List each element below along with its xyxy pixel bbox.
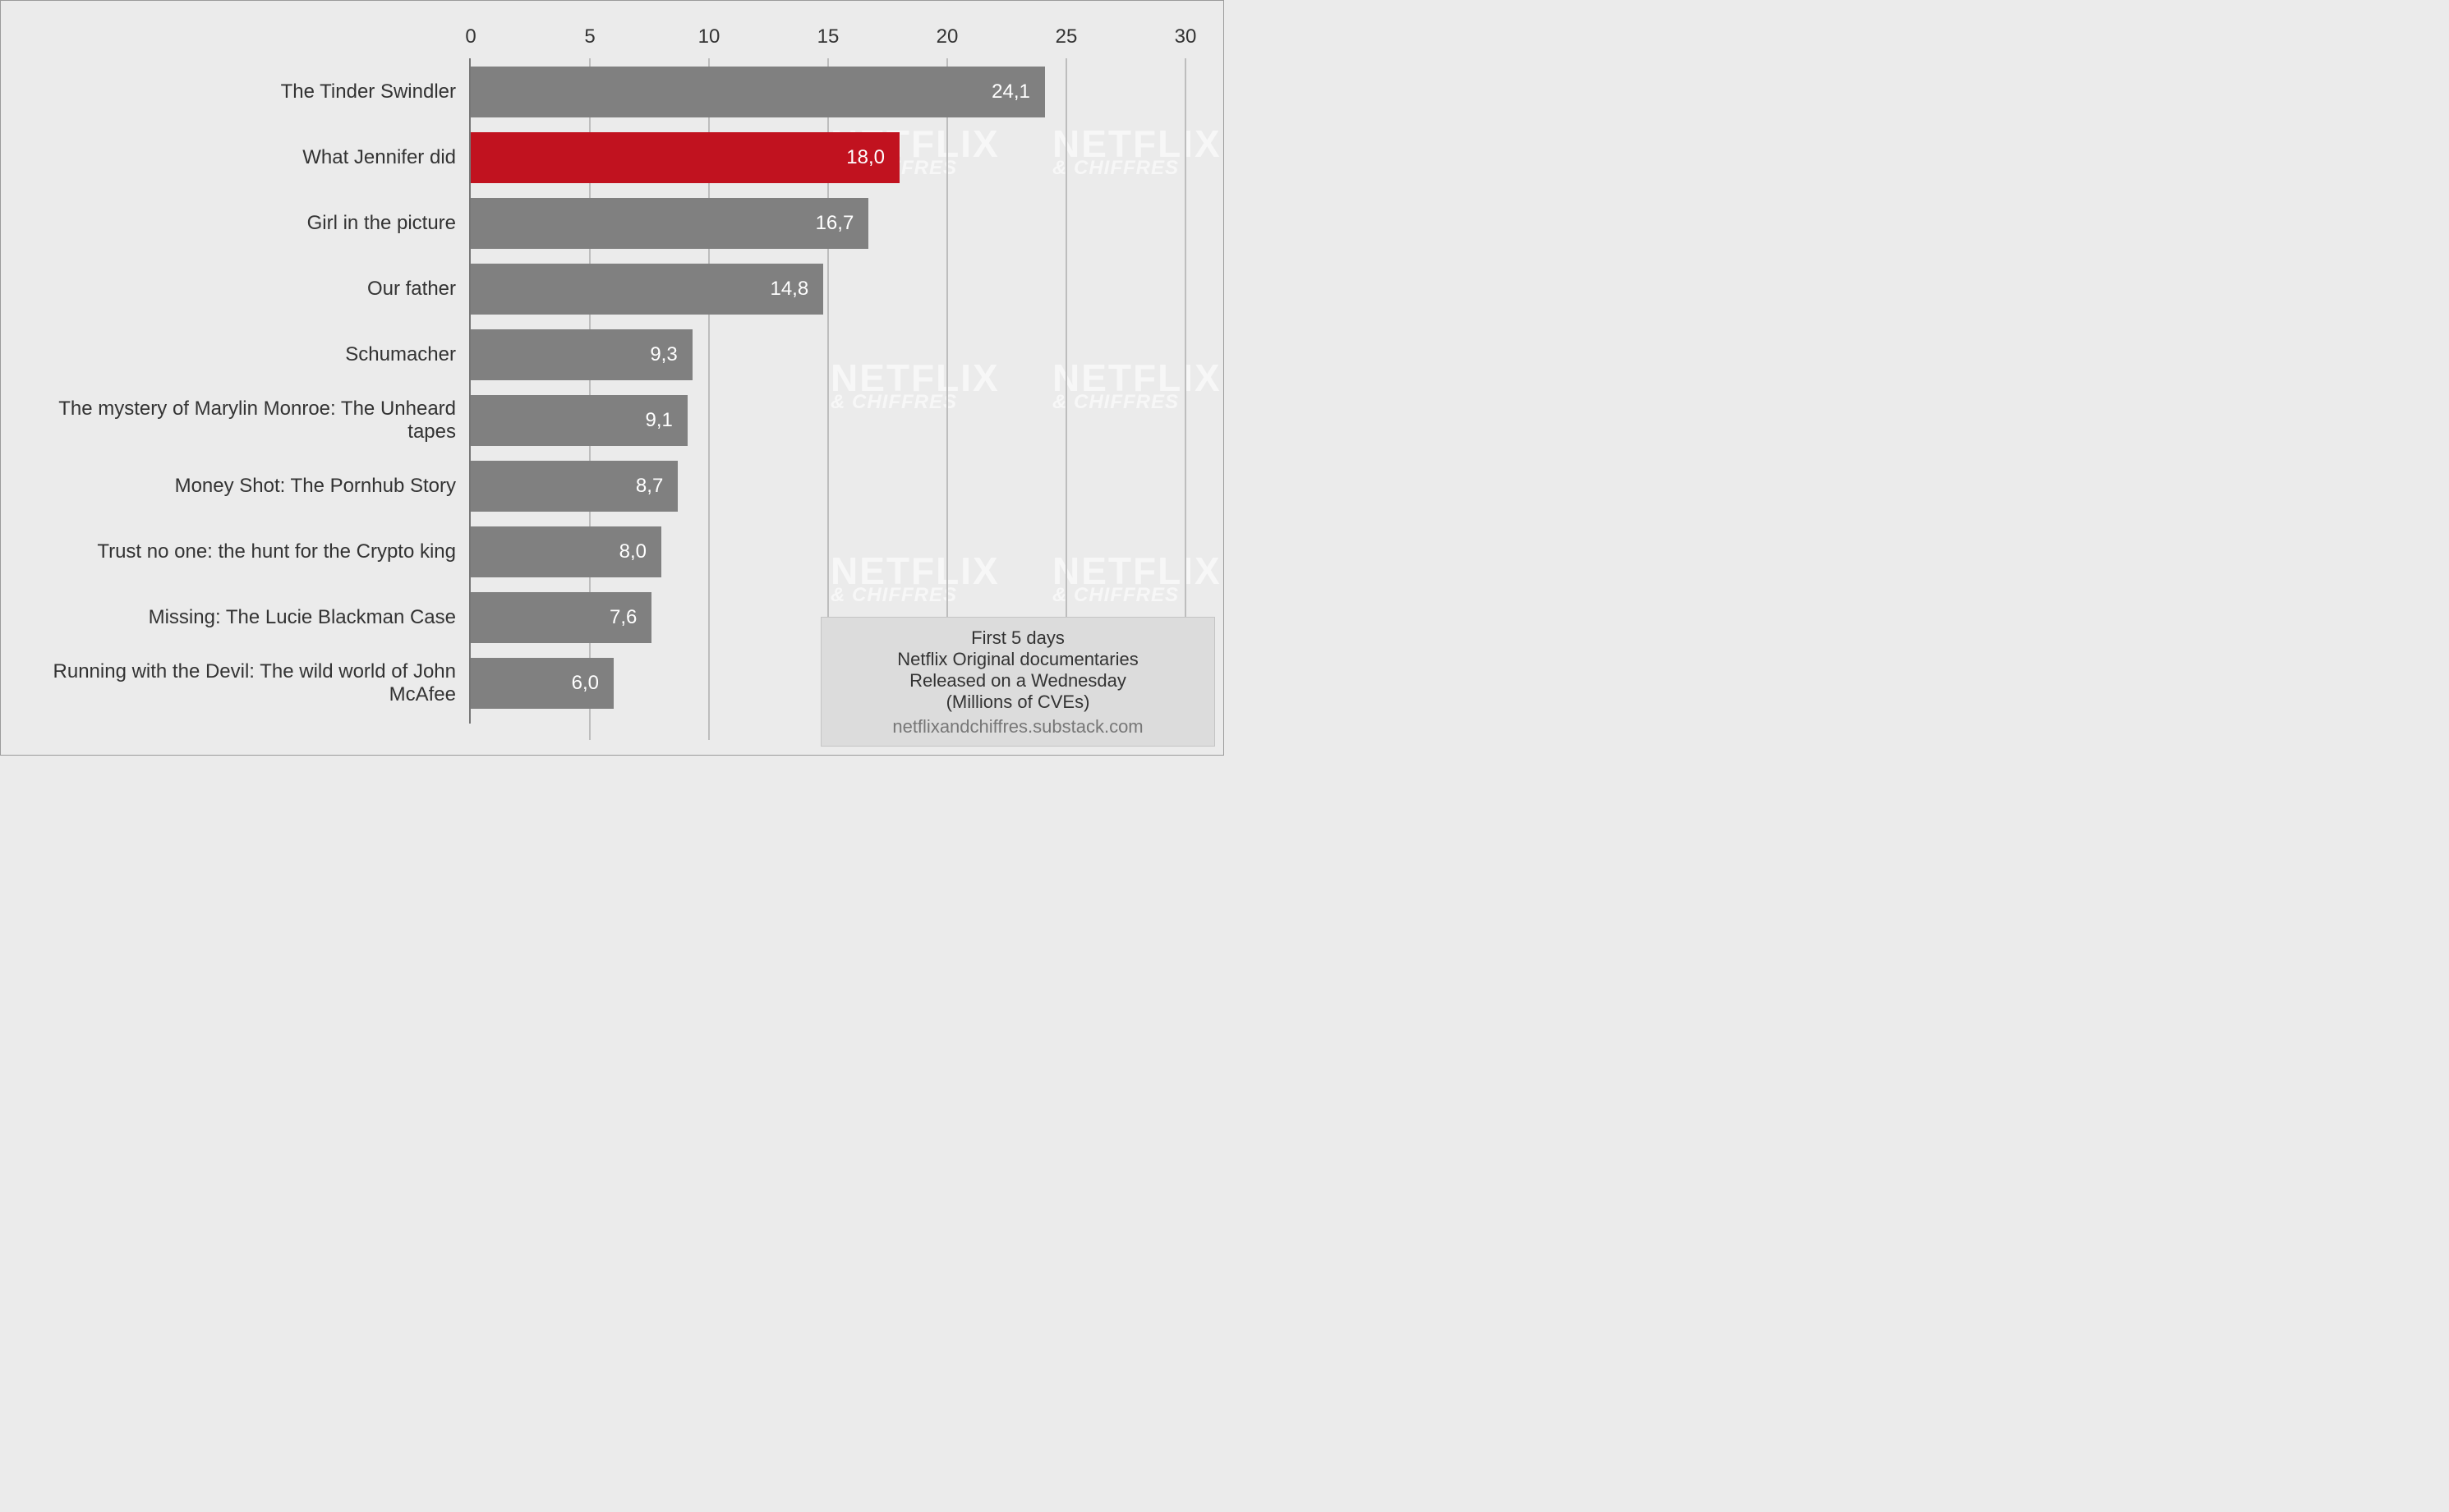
bar: 8,7 [471,461,678,512]
caption-line: Netflix Original documentaries [835,649,1201,670]
bar: 16,7 [471,198,868,249]
bar-row: Our father14,8 [471,264,1185,315]
x-tick-label: 10 [698,25,720,48]
category-label: Trust no one: the hunt for the Crypto ki… [11,526,471,577]
category-label: Running with the Devil: The wild world o… [11,658,471,709]
bar: 6,0 [471,658,614,709]
category-label: The mystery of Marylin Monroe: The Unhea… [11,395,471,446]
chart-inner: NETFLIX & CHIFFRES NETFLIX & CHIFFRES NE… [9,9,1215,747]
bar-row: Money Shot: The Pornhub Story8,7 [471,461,1185,512]
bar: 14,8 [471,264,823,315]
bar: 9,3 [471,329,693,380]
bar: 24,1 [471,67,1045,117]
bar-row: Trust no one: the hunt for the Crypto ki… [471,526,1185,577]
bar: 9,1 [471,395,688,446]
category-label: Missing: The Lucie Blackman Case [11,592,471,643]
caption-line: First 5 days [835,627,1201,649]
caption-line: Released on a Wednesday [835,670,1201,692]
x-tick-label: 5 [584,25,595,48]
bar-row: The Tinder Swindler24,1 [471,67,1185,117]
category-label: Schumacher [11,329,471,380]
category-label: Our father [11,264,471,315]
source-line: netflixandchiffres.substack.com [835,716,1201,738]
bar-row: Girl in the picture16,7 [471,198,1185,249]
category-label: What Jennifer did [11,132,471,183]
bar-highlight: 18,0 [471,132,900,183]
x-tick-label: 15 [817,25,840,48]
chart-frame: NETFLIX & CHIFFRES NETFLIX & CHIFFRES NE… [0,0,1224,756]
bar-row: Schumacher9,3 [471,329,1185,380]
caption-box: First 5 days Netflix Original documentar… [821,617,1215,747]
bar: 7,6 [471,592,651,643]
caption-line: (Millions of CVEs) [835,692,1201,713]
category-label: Girl in the picture [11,198,471,249]
category-label: Money Shot: The Pornhub Story [11,461,471,512]
x-tick-label: 20 [937,25,959,48]
bar: 8,0 [471,526,661,577]
x-tick-label: 30 [1175,25,1197,48]
x-tick-label: 25 [1056,25,1078,48]
bar-row: The mystery of Marylin Monroe: The Unhea… [471,395,1185,446]
bar-row: What Jennifer did18,0 [471,132,1185,183]
x-tick-label: 0 [465,25,476,48]
category-label: The Tinder Swindler [11,67,471,117]
